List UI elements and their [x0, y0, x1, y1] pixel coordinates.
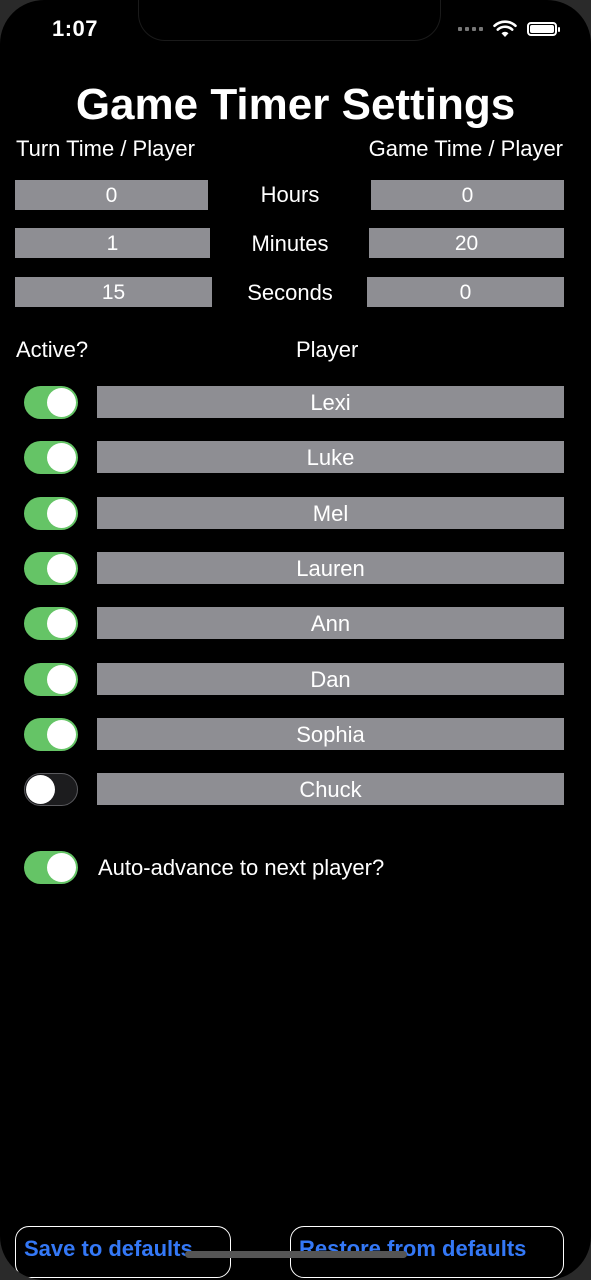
status-time: 1:07	[52, 16, 99, 41]
toggle-knob	[47, 499, 76, 528]
game-seconds-input[interactable]: 0	[367, 277, 564, 307]
toggle-knob	[47, 609, 76, 638]
toggle-knob	[47, 388, 76, 417]
toggle-knob	[47, 443, 76, 472]
toggle-knob	[26, 774, 55, 804]
game-hours-input[interactable]: 0	[371, 180, 564, 210]
player-name-input[interactable]: Chuck	[97, 773, 564, 805]
player-active-toggle[interactable]	[24, 497, 78, 530]
device-notch	[139, 0, 440, 40]
turn-minutes-input[interactable]: 1	[15, 228, 210, 258]
turn-time-header: Turn Time / Player	[16, 136, 195, 161]
player-active-toggle[interactable]	[24, 773, 78, 806]
toggle-knob	[47, 554, 76, 583]
player-name-input[interactable]: Lauren	[97, 552, 564, 584]
home-indicator	[185, 1251, 407, 1258]
app-screen: 1:07 Game Timer Settings Turn Time / Pla…	[0, 0, 591, 1280]
player-active-toggle[interactable]	[24, 718, 78, 751]
player-name-input[interactable]: Dan	[97, 663, 564, 695]
player-active-toggle[interactable]	[24, 552, 78, 585]
player-name-input[interactable]: Sophia	[97, 718, 564, 750]
cellular-signal-icon	[458, 27, 483, 31]
page-title: Game Timer Settings	[75, 80, 516, 129]
status-icons	[458, 20, 560, 38]
game-time-header: Game Time / Player	[368, 136, 563, 161]
auto-advance-label: Auto-advance to next player?	[98, 855, 385, 880]
player-column-header: Player	[296, 337, 359, 362]
wifi-icon	[493, 20, 517, 37]
seconds-label: Seconds	[247, 280, 333, 305]
player-name-input[interactable]: Mel	[97, 497, 564, 529]
player-name-input[interactable]: Ann	[97, 607, 564, 639]
player-active-toggle[interactable]	[24, 386, 78, 419]
battery-icon	[527, 22, 560, 36]
toggle-knob	[47, 720, 76, 749]
auto-advance-toggle[interactable]	[24, 851, 78, 884]
toggle-knob	[47, 665, 76, 694]
player-active-toggle[interactable]	[24, 441, 78, 474]
minutes-label: Minutes	[251, 231, 329, 256]
hours-label: Hours	[260, 182, 320, 207]
active-column-header: Active?	[16, 337, 89, 362]
turn-hours-input[interactable]: 0	[15, 180, 208, 210]
player-name-input[interactable]: Luke	[97, 441, 564, 473]
toggle-knob	[47, 853, 76, 882]
turn-seconds-input[interactable]: 15	[15, 277, 212, 307]
game-minutes-input[interactable]: 20	[369, 228, 564, 258]
player-active-toggle[interactable]	[24, 607, 78, 640]
player-active-toggle[interactable]	[24, 663, 78, 696]
player-name-input[interactable]: Lexi	[97, 386, 564, 418]
